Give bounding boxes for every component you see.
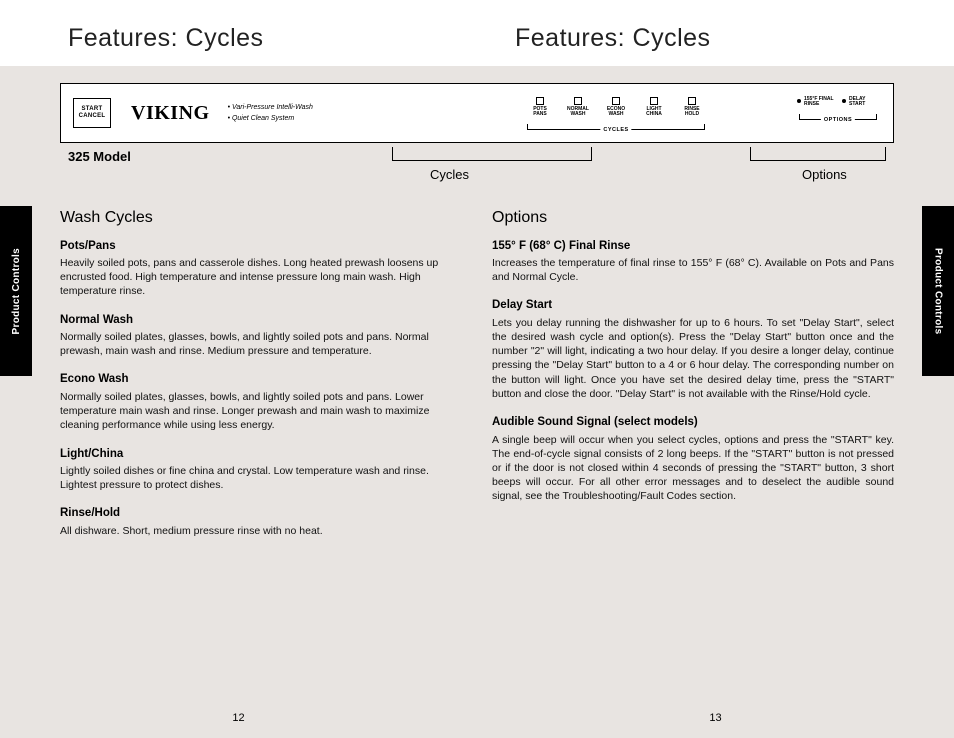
panel-features: • Vari-Pressure Intelli-Wash • Quiet Cle…: [228, 102, 313, 124]
model-label: 325 Model: [68, 149, 131, 164]
options-heading: Options: [492, 207, 894, 229]
page-number-right: 13: [477, 712, 954, 724]
start-cancel-button: START CANCEL: [73, 98, 111, 128]
options-column: Options 155° F (68° C) Final RinseIncrea…: [492, 207, 894, 552]
side-tab-right: Product Controls: [922, 206, 954, 376]
control-panel: START CANCEL VIKING • Vari-Pressure Inte…: [60, 83, 894, 143]
cycles-callout: Cycles: [430, 167, 469, 182]
options-icon-row: 155°F FINALRINSE DELAYSTART OPTIONS: [797, 97, 879, 120]
wash-cycles-heading: Wash Cycles: [60, 207, 462, 229]
page-title-left: Features: Cycles: [0, 24, 507, 53]
wash-cycles-column: Wash Cycles Pots/PansHeavily soiled pots…: [60, 207, 462, 552]
options-callout: Options: [802, 167, 847, 182]
brand-logo: VIKING: [131, 102, 210, 125]
side-tab-left: Product Controls: [0, 206, 32, 376]
page-number-left: 12: [0, 712, 477, 724]
cycles-icon-row: POTSPANS NORMALWASH ECONOWASH LIGHTCHINA…: [525, 97, 707, 130]
page-title-right: Features: Cycles: [507, 24, 954, 53]
